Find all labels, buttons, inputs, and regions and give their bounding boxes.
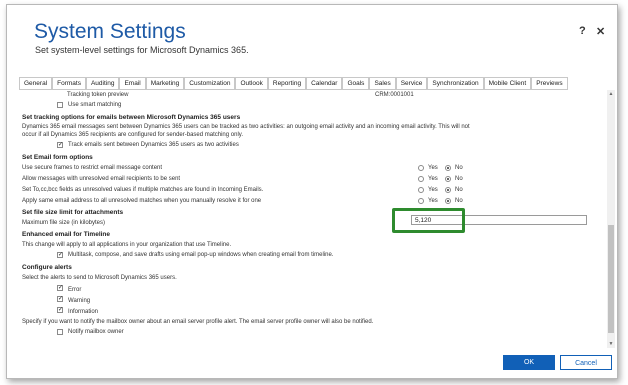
highlight-box [392, 208, 465, 233]
tracking-description-line1: Dynamics 365 email messages sent between… [22, 124, 470, 130]
alerts-description: Select the alerts to send to Microsoft D… [22, 275, 177, 281]
dialog-title: System Settings [34, 20, 186, 43]
settings-tab-bar: General Formats Auditing Email Marketing… [19, 77, 568, 90]
secure-frames-yes-radio[interactable] [418, 165, 424, 171]
cancel-button[interactable]: Cancel [560, 355, 612, 370]
tab-outlook[interactable]: Outlook [235, 77, 268, 89]
tab-previews[interactable]: Previews [531, 77, 568, 89]
alert-warning-label: Warning [68, 298, 91, 304]
scroll-up-icon[interactable]: ▲ [607, 90, 615, 98]
secure-frames-yes-label: Yes [428, 165, 438, 171]
alert-error-label: Error [68, 287, 82, 293]
notify-mailbox-owner-label: Notify mailbox owner [68, 329, 124, 335]
system-settings-dialog: System Settings Set system-level setting… [6, 4, 618, 379]
alerts-header: Configure alerts [22, 264, 72, 271]
tab-synchronization[interactable]: Synchronization [427, 77, 484, 89]
help-icon[interactable]: ? [579, 25, 586, 37]
content-scrollbar[interactable]: ▲ ▼ [607, 90, 615, 348]
multiple-matches-no-label: No [455, 187, 463, 193]
multiple-matches-yes-radio[interactable] [418, 187, 424, 193]
timeline-description: This change will apply to all applicatio… [22, 242, 232, 248]
track-two-activities-label: Track emails sent between Dynamics 365 u… [68, 142, 239, 148]
tracking-token-preview-value: CRM:0001001 [375, 92, 414, 98]
tab-reporting[interactable]: Reporting [267, 77, 307, 89]
file-size-header: Set file size limit for attachments [22, 209, 124, 216]
unresolved-recipients-yes-label: Yes [428, 176, 438, 182]
tracking-description-line2: occur if all Dynamics 365 recipients are… [22, 132, 243, 138]
tab-sales[interactable]: Sales [369, 77, 396, 89]
tab-goals[interactable]: Goals [342, 77, 370, 89]
tracking-section-header: Set tracking options for emails between … [22, 114, 241, 121]
unresolved-recipients-no-label: No [455, 176, 463, 182]
tab-general[interactable]: General [19, 77, 53, 89]
track-two-activities-checkbox[interactable]: ✓ [57, 142, 63, 148]
close-icon[interactable]: ✕ [596, 25, 605, 38]
alert-information-checkbox[interactable]: ✓ [57, 307, 63, 313]
same-address-label: Apply same email address to all unresolv… [22, 198, 262, 204]
notify-mailbox-owner-checkbox[interactable] [57, 329, 63, 335]
tab-calendar[interactable]: Calendar [306, 77, 343, 89]
unresolved-recipients-label: Allow messages with unresolved email rec… [22, 176, 181, 182]
same-address-no-radio[interactable] [445, 198, 451, 204]
tab-service[interactable]: Service [395, 77, 428, 89]
tab-auditing[interactable]: Auditing [85, 77, 120, 89]
same-address-no-label: No [455, 198, 463, 204]
same-address-yes-label: Yes [428, 198, 438, 204]
multiple-matches-yes-label: Yes [428, 187, 438, 193]
same-address-yes-radio[interactable] [418, 198, 424, 204]
scroll-down-icon[interactable]: ▼ [607, 340, 615, 348]
secure-frames-no-radio[interactable] [445, 165, 451, 171]
use-smart-matching-label: Use smart matching [68, 102, 122, 108]
notify-description: Specify if you want to notify the mailbo… [22, 319, 374, 325]
timeline-header: Enhanced email for Timeline [22, 231, 111, 238]
tracking-token-preview-label: Tracking token preview [67, 92, 129, 98]
unresolved-recipients-yes-radio[interactable] [418, 176, 424, 182]
secure-frames-no-label: No [455, 165, 463, 171]
unresolved-recipients-no-radio[interactable] [445, 176, 451, 182]
tab-email[interactable]: Email [119, 77, 146, 89]
tab-mobile-client[interactable]: Mobile Client [483, 77, 532, 89]
multiple-matches-label: Set To,cc,bcc fields as unresolved value… [22, 187, 264, 193]
tab-customization[interactable]: Customization [184, 77, 236, 89]
scroll-thumb[interactable] [608, 225, 614, 333]
tab-marketing[interactable]: Marketing [145, 77, 185, 89]
max-file-size-label: Maximum file size (in kilobytes) [22, 220, 106, 226]
timeline-popup-label: Multitask, compose, and save drafts usin… [68, 252, 334, 258]
secure-frames-label: Use secure frames to restrict email mess… [22, 165, 163, 171]
use-smart-matching-checkbox[interactable] [57, 102, 63, 108]
form-options-header: Set Email form options [22, 154, 93, 161]
timeline-popup-checkbox[interactable]: ✓ [57, 252, 63, 258]
alert-error-checkbox[interactable]: ✓ [57, 285, 63, 291]
alert-information-label: Information [68, 309, 99, 315]
tab-formats[interactable]: Formats [52, 77, 86, 89]
dialog-subtitle: Set system-level settings for Microsoft … [35, 45, 249, 55]
alert-warning-checkbox[interactable]: ✓ [57, 296, 63, 302]
ok-button[interactable]: OK [503, 355, 555, 370]
multiple-matches-no-radio[interactable] [445, 187, 451, 193]
